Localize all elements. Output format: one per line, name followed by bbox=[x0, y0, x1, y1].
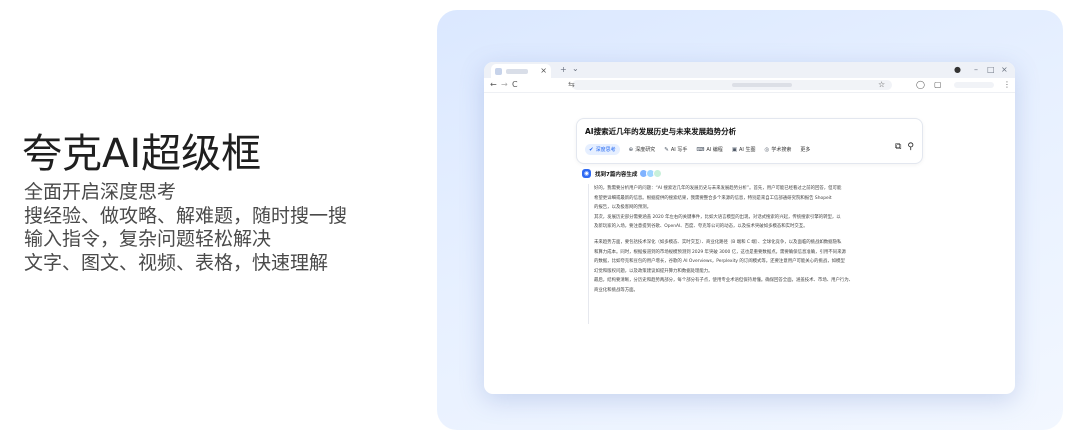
chat-icon[interactable]: ◯ bbox=[916, 78, 925, 92]
search-icon[interactable]: ⚲ bbox=[907, 142, 914, 152]
reload-icon[interactable]: C bbox=[512, 78, 518, 92]
extensions-icon[interactable] bbox=[954, 82, 994, 88]
profile-icon[interactable]: ● bbox=[954, 65, 961, 75]
browser-tab[interactable]: × bbox=[491, 64, 551, 78]
result-paragraph: 好的，我需要分析用户的问题：“AI 搜索近几年的发展历史与未来发展趋势分析”。首… bbox=[594, 184, 919, 232]
mode-deep-research[interactable]: ⊕ 深度研究 bbox=[628, 146, 656, 154]
mode-more[interactable]: 更多 bbox=[800, 146, 810, 153]
result-title: 找到7篇内容生成 bbox=[595, 171, 638, 178]
text-line: 未来趋势方面，要包括技术深化（如多模态、实时交互）、商业化路径（B 端和 C 端… bbox=[594, 239, 842, 245]
text-line: 其次，发展历史部分需要涵盖 2020 年左右的关键事件，比如大语言模型的出现，对… bbox=[594, 214, 841, 220]
text-line: 幻觉和版权问题，以及政策建议如提升算力和数据处理能力。 bbox=[594, 268, 713, 274]
mode-ai-coding[interactable]: ⌨ AI 编程 bbox=[696, 146, 723, 154]
star-icon[interactable]: ☆ bbox=[878, 78, 885, 92]
text-line: 希望更详细或最新的信息。根据提供的搜索结果，我需要整合多个来源的信息，特别是来自… bbox=[594, 195, 832, 201]
result-paragraph: 未来趋势方面，要包括技术深化（如多模态、实时交互）、商业化路径（B 端和 C 端… bbox=[594, 238, 919, 296]
mode-label: 深度思考 bbox=[595, 147, 616, 153]
mode-label: 更多 bbox=[800, 147, 811, 153]
mode-ai-writer[interactable]: ✎ AI 写手 bbox=[664, 146, 688, 154]
mode-label: AI 生图 bbox=[739, 147, 756, 153]
source-avatar bbox=[653, 169, 663, 178]
close-window-button[interactable]: × bbox=[1001, 65, 1008, 75]
mode-label: 深度研究 bbox=[635, 147, 656, 153]
research-icon: ⊕ bbox=[628, 146, 634, 153]
new-tab-button[interactable]: + bbox=[560, 65, 567, 75]
favicon-icon bbox=[495, 67, 502, 75]
hero-title: 夸克AI超级框 bbox=[22, 131, 262, 177]
academic-icon: ◎ bbox=[764, 146, 770, 153]
mode-label: 学术搜索 bbox=[771, 147, 792, 153]
source-avatars[interactable] bbox=[639, 169, 663, 178]
mode-deep-thinking[interactable]: ✔ 深度思考 bbox=[585, 144, 620, 155]
url-text bbox=[732, 83, 792, 87]
hero-feature-list: 全面开启深度思考 搜经验、做攻略、解难题，随时搜一搜 输入指令，复杂问题轻松解决… bbox=[24, 181, 347, 275]
hero-line: 文字、图文、视频、表格，快速理解 bbox=[24, 251, 329, 274]
text-line: 和算力成本。同时，根据报道到的市场规模预测到 2029 年突破 3000 亿，这… bbox=[594, 249, 846, 255]
ai-result-icon: ◉ bbox=[582, 169, 591, 178]
check-icon: ✔ bbox=[589, 146, 594, 153]
result-body: 好的，我需要分析用户的问题：“AI 搜索近几年的发展历史与未来发展趋势分析”。首… bbox=[594, 184, 919, 302]
text-line: 商业化和挑战等方面。 bbox=[594, 287, 638, 293]
close-tab-icon[interactable]: × bbox=[540, 67, 547, 75]
text-line: 的报告，以及极客网的预测。 bbox=[594, 205, 652, 211]
back-icon[interactable]: ← bbox=[490, 78, 497, 92]
thinking-divider bbox=[588, 184, 589, 324]
search-mode-bar: ✔ 深度思考 ⊕ 深度研究 ✎ AI 写手 ⌨ AI 编程 ▣ AI 生图 ◎ 学术搜索 更… bbox=[585, 144, 819, 155]
hero-line: 输入指令，复杂问题轻松解决 bbox=[24, 228, 272, 250]
tab-list-chevron-icon[interactable]: ⌄ bbox=[572, 64, 579, 74]
pen-icon: ✎ bbox=[664, 146, 669, 153]
browser-window: × + ⌄ ● – □ × ← → C ⇆ ☆ ◯ ▢ ⋮ AI搜索近几年的发展… bbox=[484, 62, 1015, 394]
address-bar-row: ← → C ⇆ ☆ ◯ ▢ ⋮ bbox=[484, 78, 1015, 93]
code-icon: ⌨ bbox=[696, 146, 705, 153]
mode-label: AI 编程 bbox=[706, 147, 723, 153]
search-actions: ⧉ ⚲ bbox=[889, 142, 914, 152]
panels-icon[interactable]: ▢ bbox=[934, 78, 942, 92]
product-showcase-panel: × + ⌄ ● – □ × ← → C ⇆ ☆ ◯ ▢ ⋮ AI搜索近几年的发展… bbox=[437, 10, 1063, 430]
tab-bar: × + ⌄ ● – □ × bbox=[484, 62, 1015, 78]
image-icon[interactable]: ⧉ bbox=[895, 142, 901, 152]
search-query[interactable]: AI搜索近几年的发展历史与未来发展趋势分析 bbox=[585, 126, 736, 137]
tab-title bbox=[506, 68, 528, 74]
address-field[interactable]: ⇆ ☆ bbox=[568, 78, 892, 92]
forward-icon[interactable]: → bbox=[501, 78, 508, 92]
text-line: 及新玩家的入场，要注意提到谷歌、OpenAI、百度、夸克等公司的动态，以及技术突… bbox=[594, 224, 808, 230]
result-header[interactable]: ◉ 找到7篇内容生成 bbox=[582, 169, 663, 178]
text-line: 好的，我需要分析用户的问题：“AI 搜索近几年的发展历史与未来发展趋势分析”。首… bbox=[594, 186, 842, 191]
menu-icon[interactable]: ⋮ bbox=[1003, 78, 1011, 92]
text-line: 的数据，比如夸克和豆包的用户增长，谷歌的 AI Overviews，Perple… bbox=[594, 259, 845, 265]
mode-ai-image[interactable]: ▣ AI 生图 bbox=[731, 146, 756, 154]
mode-label: AI 写手 bbox=[670, 147, 688, 153]
image-gen-icon: ▣ bbox=[731, 146, 738, 153]
hero-line: 全面开启深度思考 bbox=[24, 181, 177, 203]
hero-line: 搜经验、做攻略、解难题，随时搜一搜 bbox=[24, 204, 348, 227]
minimize-button[interactable]: – bbox=[974, 65, 978, 75]
text-line: 最后，结构要清晰，分历史和趋势两部分，每个部分有子点，使用专业术语但保持易懂。确… bbox=[594, 278, 854, 284]
maximize-button[interactable]: □ bbox=[987, 65, 995, 75]
ai-super-search-box[interactable]: AI搜索近几年的发展历史与未来发展趋势分析 ✔ 深度思考 ⊕ 深度研究 ✎ AI 写手… bbox=[576, 118, 923, 164]
mode-academic-search[interactable]: ◎ 学术搜索 bbox=[764, 146, 792, 154]
site-info-icon[interactable]: ⇆ bbox=[568, 78, 575, 92]
